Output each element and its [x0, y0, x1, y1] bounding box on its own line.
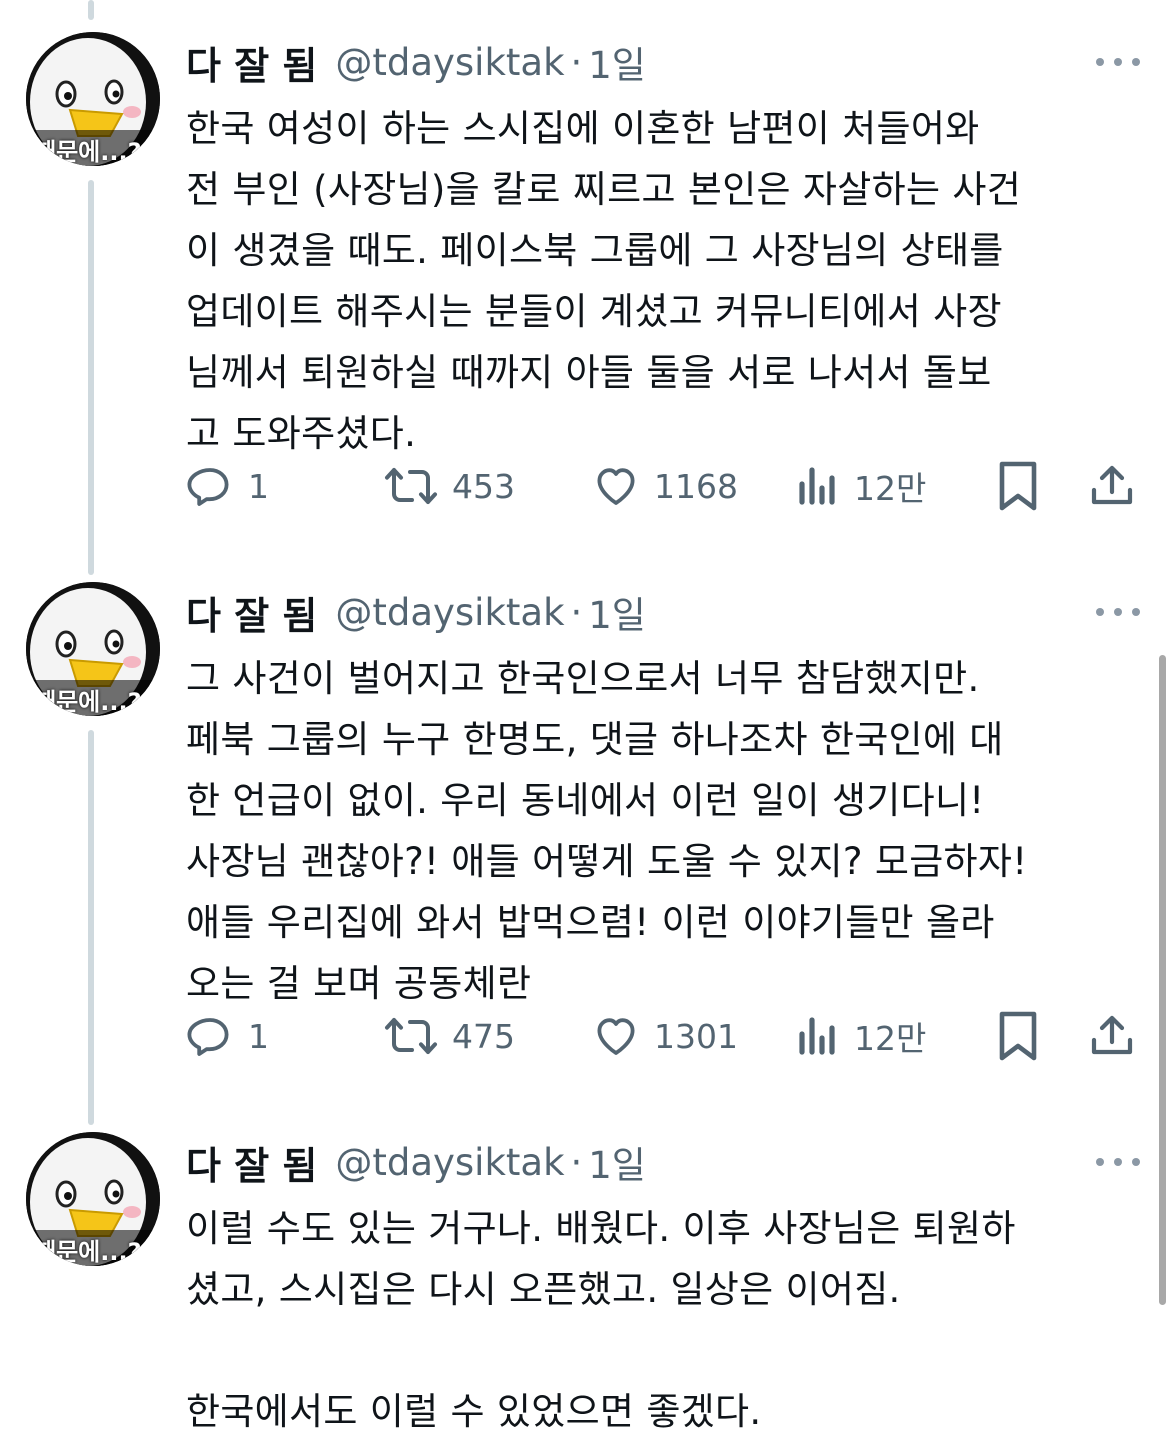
repost-count: 453: [452, 466, 515, 506]
repost-button[interactable]: 475: [384, 1006, 515, 1066]
avatar-caption: 때문에...?: [34, 688, 142, 716]
like-button[interactable]: 1301: [592, 1006, 738, 1066]
timestamp[interactable]: 1일: [588, 1135, 646, 1189]
share-button[interactable]: [1088, 456, 1136, 516]
more-icon: [1096, 1158, 1104, 1166]
avatar-caption: 때문에...?: [34, 138, 142, 166]
tweet-text: 그 사건이 벌어지고 한국인으로서 너무 참담했지만. 페북 그룹의 누구 한명…: [186, 657, 1028, 1005]
more-icon: [1096, 608, 1104, 616]
tweet-actions: 1 475 1301 12만: [186, 1006, 1136, 1066]
bookmark-icon: [999, 461, 1037, 511]
separator-dot: ·: [570, 1140, 583, 1184]
timestamp[interactable]: 1일: [588, 585, 646, 639]
avatar-caption: 때문에...?: [34, 1238, 142, 1266]
timestamp[interactable]: 1일: [588, 35, 646, 89]
views-count: 12만: [854, 1019, 927, 1058]
avatar[interactable]: 때문에...?: [26, 582, 160, 716]
repost-count: 475: [452, 1016, 515, 1056]
tweet-header: 다 잘 됨 @tdaysiktak · 1일: [186, 1132, 646, 1192]
like-icon: [597, 468, 635, 505]
reply-button[interactable]: 1: [186, 1006, 269, 1066]
tweet-header: 다 잘 됨 @tdaysiktak · 1일: [186, 582, 646, 642]
reply-icon: [187, 468, 229, 506]
views-count: 12만: [854, 469, 927, 508]
tweet-text: 한국 여성이 하는 스시집에 이혼한 남편이 처들어와 전 부인 (사장님)을 …: [186, 107, 1022, 455]
avatar[interactable]: 때문에...?: [26, 32, 160, 166]
author-name[interactable]: 다 잘 됨: [186, 585, 317, 640]
scrollbar[interactable]: [1159, 655, 1166, 1305]
tweet[interactable]: 때문에...? 다 잘 됨 @tdaysiktak · 1일 그 사건이 벌어지…: [0, 582, 1170, 1082]
bookmark-icon: [999, 1011, 1037, 1061]
like-button[interactable]: 1168: [592, 456, 738, 516]
separator-dot: ·: [570, 590, 583, 634]
author-handle[interactable]: @tdaysiktak: [335, 41, 564, 84]
more-options-button[interactable]: [1096, 1132, 1140, 1192]
author-handle[interactable]: @tdaysiktak: [335, 591, 564, 634]
thread-connector-top: [88, 0, 94, 20]
like-icon: [597, 1018, 635, 1055]
views-button[interactable]: 12만: [796, 456, 926, 516]
more-options-button[interactable]: [1096, 32, 1140, 92]
reply-count: 1: [248, 1016, 269, 1056]
reply-count: 1: [248, 466, 269, 506]
share-icon: [1091, 465, 1133, 505]
tweet-header: 다 잘 됨 @tdaysiktak · 1일: [186, 32, 646, 92]
author-name[interactable]: 다 잘 됨: [186, 1135, 317, 1190]
share-icon: [1091, 1015, 1133, 1055]
bookmark-button[interactable]: [996, 1006, 1040, 1066]
share-button[interactable]: [1088, 1006, 1136, 1066]
views-icon: [799, 1017, 835, 1055]
more-options-button[interactable]: [1096, 582, 1140, 642]
repost-icon: [385, 468, 437, 504]
reply-button[interactable]: 1: [186, 456, 269, 516]
like-count: 1301: [654, 1016, 738, 1056]
views-button[interactable]: 12만: [796, 1006, 926, 1066]
bookmark-button[interactable]: [996, 456, 1040, 516]
separator-dot: ·: [570, 40, 583, 84]
tweet[interactable]: 때문에...? 다 잘 됨 @tdaysiktak · 1일 이럴 수도 있는 …: [0, 1132, 1170, 1433]
tweet-text: 이럴 수도 있는 거구나. 배웠다. 이후 사장님은 퇴원하 셨고, 스시집은 …: [186, 1207, 1016, 1433]
tweet[interactable]: 때문에...? 다 잘 됨 @tdaysiktak · 1일 한국 여성이 하는…: [0, 32, 1170, 532]
repost-icon: [385, 1018, 437, 1054]
more-icon: [1096, 58, 1104, 66]
author-name[interactable]: 다 잘 됨: [186, 35, 317, 90]
views-icon: [799, 467, 835, 505]
author-handle[interactable]: @tdaysiktak: [335, 1141, 564, 1184]
avatar[interactable]: 때문에...?: [26, 1132, 160, 1266]
like-count: 1168: [654, 466, 738, 506]
tweet-actions: 1 453 1168 12만: [186, 456, 1136, 516]
reply-icon: [187, 1018, 229, 1056]
repost-button[interactable]: 453: [384, 456, 515, 516]
